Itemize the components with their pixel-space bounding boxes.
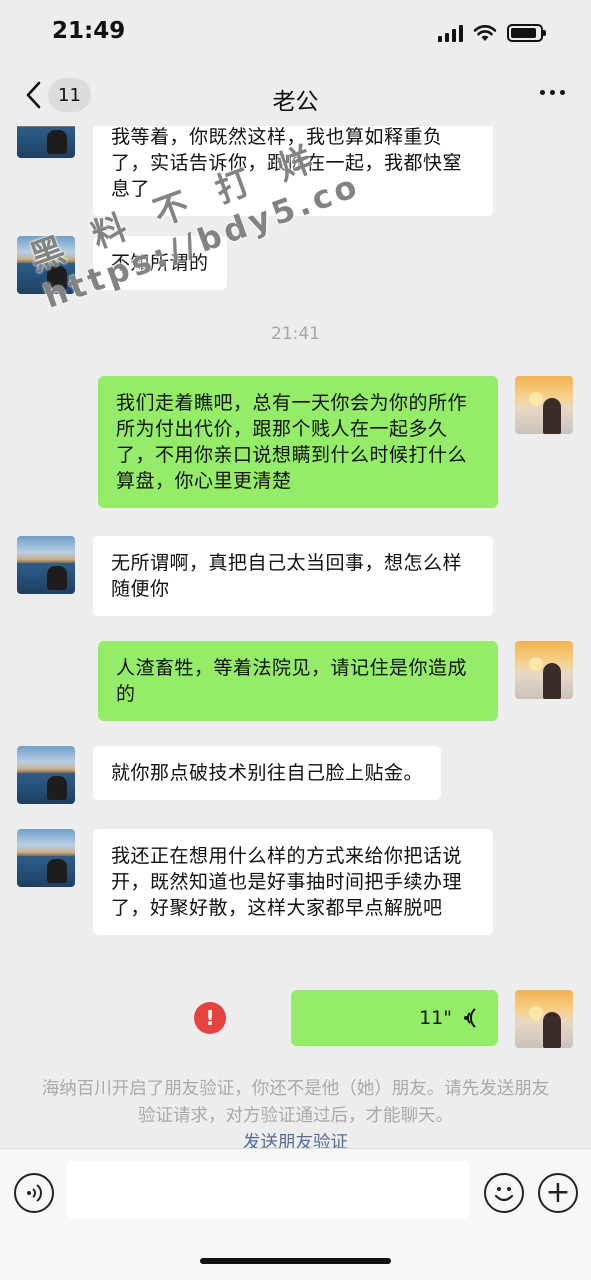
user-avatar[interactable] <box>515 376 573 434</box>
battery-icon <box>507 24 546 42</box>
chat-header: 11 老公 <box>0 64 591 126</box>
dot-icon <box>550 90 555 95</box>
wifi-icon <box>473 25 497 41</box>
send-failed-icon[interactable]: ! <box>194 1002 226 1034</box>
contact-avatar[interactable] <box>17 536 75 594</box>
plus-icon: + <box>545 1175 571 1210</box>
more-options-button[interactable] <box>540 90 565 95</box>
cellular-signal-icon <box>438 24 463 42</box>
emoji-button[interactable] <box>484 1173 524 1213</box>
dot-icon <box>540 90 545 95</box>
voice-input-button[interactable] <box>14 1173 54 1213</box>
message-bubble-outgoing[interactable]: 我们走着瞧吧，总有一天你会为你的所作所为付出代价，跟那个贱人在一起多久了，不用你… <box>98 376 498 508</box>
status-bar: 21:49 <box>0 0 591 64</box>
user-avatar[interactable] <box>515 990 573 1048</box>
voice-message-bubble[interactable]: 11" <box>291 990 498 1046</box>
home-indicator[interactable] <box>200 1258 391 1264</box>
message-list[interactable]: 我等着，你既然这样，我也算如释重负了，实话告诉你，跟你在一起，我都快窒息了 不知… <box>0 126 591 1148</box>
message-bubble-incoming[interactable]: 就你那点破技术别往自己脸上贴金。 <box>93 746 442 800</box>
smiley-icon <box>494 1187 514 1202</box>
chat-title: 老公 <box>272 89 319 115</box>
message-bubble-incoming[interactable]: 我等着，你既然这样，我也算如释重负了，实话告诉你，跟你在一起，我都快窒息了 <box>93 126 493 216</box>
status-icons <box>438 22 546 44</box>
voice-duration: 11" <box>419 1007 452 1029</box>
contact-avatar[interactable] <box>17 829 75 887</box>
message-bubble-incoming[interactable]: 不知所谓的 <box>93 236 227 290</box>
send-friend-request-link[interactable]: 发送朋友验证 <box>243 1133 348 1148</box>
contact-avatar[interactable] <box>17 236 75 294</box>
voice-wave-icon <box>464 1008 476 1028</box>
user-avatar[interactable] <box>515 641 573 699</box>
notice-text: 海纳百川开启了朋友验证，你还不是他（她）朋友。请先发送朋友验证请求，对方验证通过… <box>41 1079 550 1126</box>
voice-input-icon <box>27 1184 42 1202</box>
friend-verification-notice: 海纳百川开启了朋友验证，你还不是他（她）朋友。请先发送朋友验证请求，对方验证通过… <box>40 1076 551 1148</box>
battery-fill <box>511 28 537 38</box>
message-timestamp: 21:41 <box>271 324 320 344</box>
message-bubble-incoming[interactable]: 无所谓啊，真把自己太当回事，想怎么样随便你 <box>93 536 493 616</box>
message-bubble-outgoing[interactable]: 人渣畜牲，等着法院见，请记住是你造成的 <box>98 641 498 721</box>
more-features-button[interactable]: + <box>538 1173 578 1213</box>
message-input[interactable] <box>66 1161 470 1219</box>
status-time: 21:49 <box>52 18 126 44</box>
message-bubble-incoming[interactable]: 我还正在想用什么样的方式来给你把话说开，既然知道也是好事抽时间把手续办理了，好聚… <box>93 829 493 935</box>
contact-avatar[interactable] <box>17 746 75 804</box>
dot-icon <box>560 90 565 95</box>
contact-avatar[interactable] <box>17 126 75 158</box>
